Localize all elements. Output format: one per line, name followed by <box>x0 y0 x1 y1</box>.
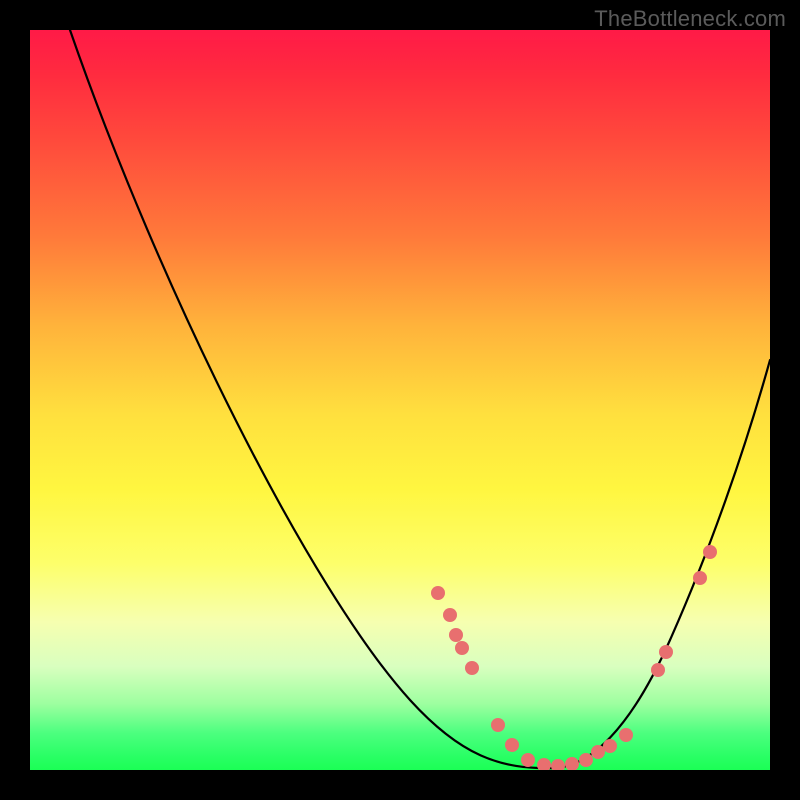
plot-area <box>30 30 770 770</box>
scatter-point <box>693 571 707 585</box>
scatter-point <box>591 745 605 759</box>
scatter-point <box>521 753 535 767</box>
scatter-point <box>455 641 469 655</box>
chart-frame: TheBottleneck.com <box>0 0 800 800</box>
scatter-point <box>431 586 445 600</box>
scatter-point <box>449 628 463 642</box>
scatter-point <box>443 608 457 622</box>
scatter-points-group <box>431 545 717 770</box>
scatter-point <box>659 645 673 659</box>
scatter-point <box>491 718 505 732</box>
scatter-point <box>703 545 717 559</box>
chart-svg <box>30 30 770 770</box>
scatter-point <box>603 739 617 753</box>
scatter-point <box>579 753 593 767</box>
scatter-point <box>619 728 633 742</box>
scatter-point <box>465 661 479 675</box>
scatter-point <box>551 759 565 770</box>
watermark-text: TheBottleneck.com <box>594 6 786 32</box>
scatter-point <box>505 738 519 752</box>
scatter-point <box>565 757 579 770</box>
scatter-point <box>537 758 551 770</box>
scatter-point <box>651 663 665 677</box>
